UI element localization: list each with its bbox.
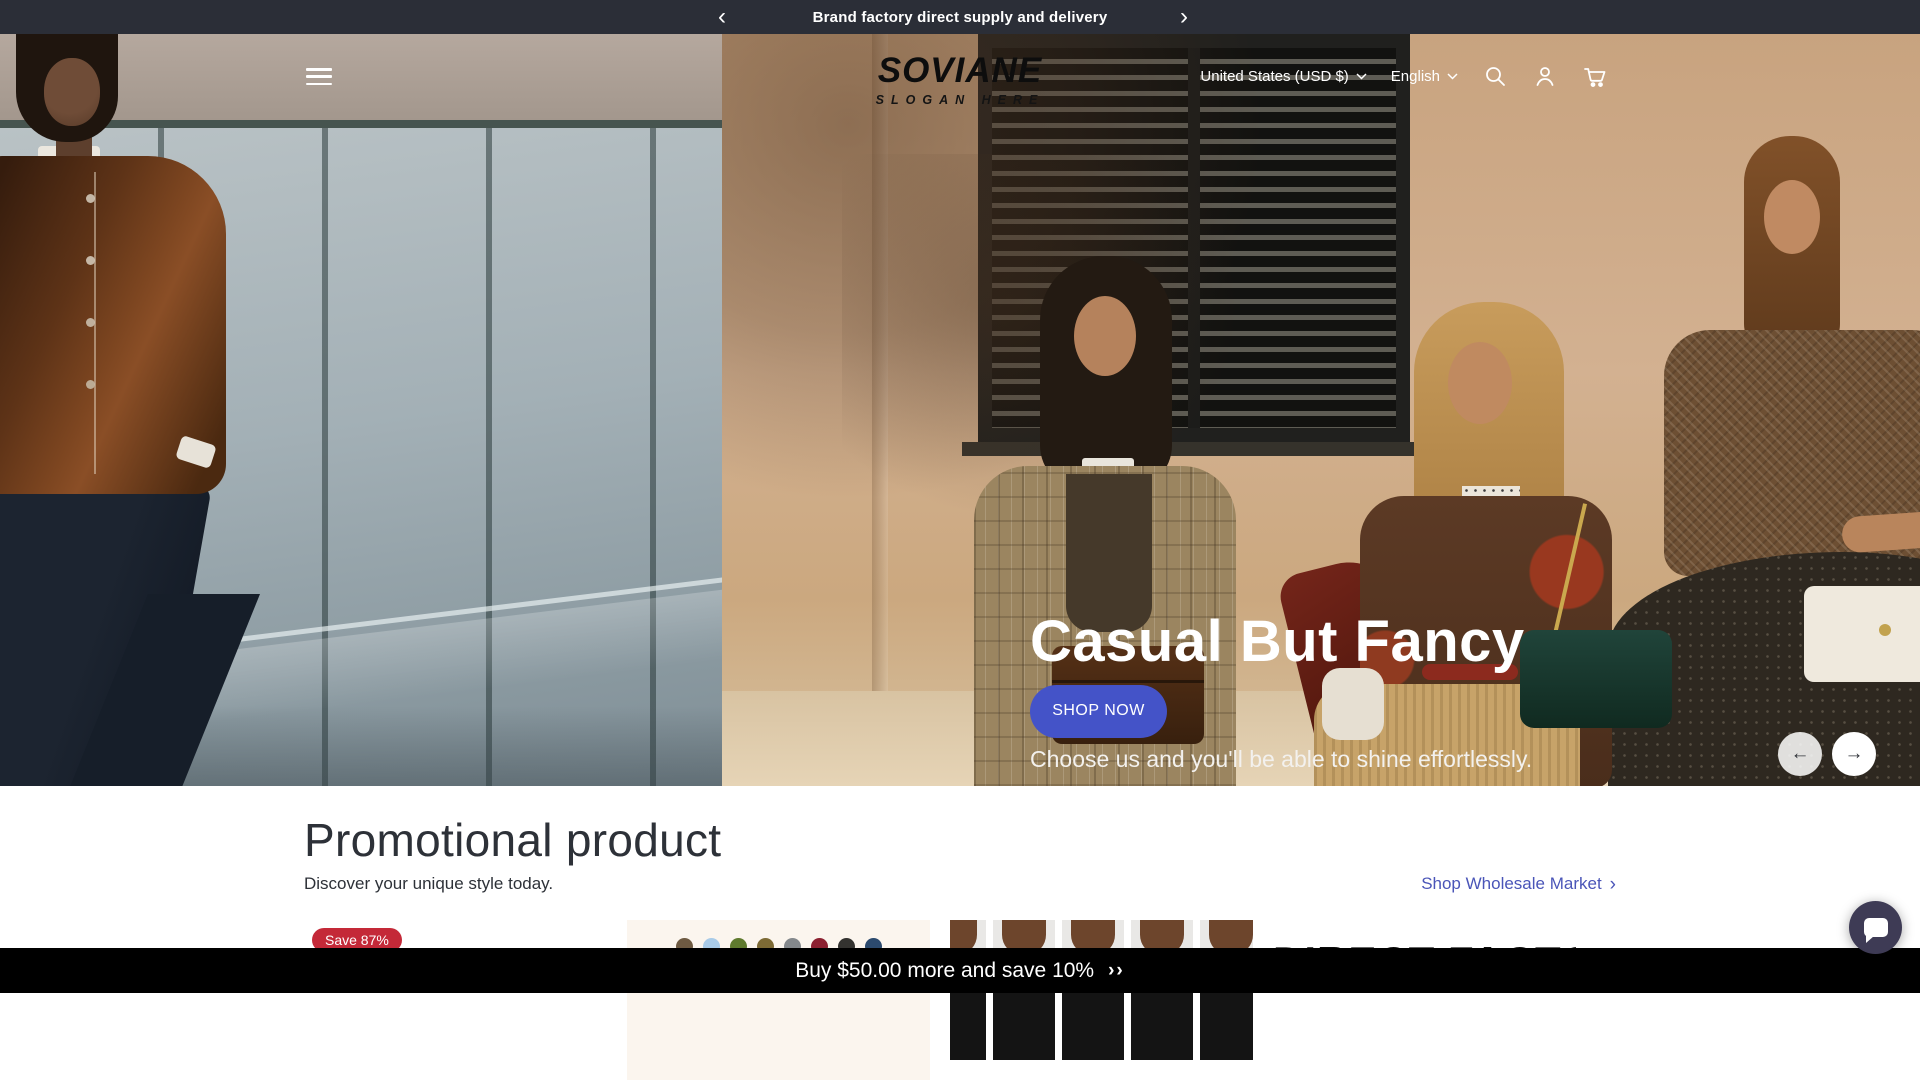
section-title: Promotional product bbox=[304, 816, 1920, 864]
product-card[interactable]: Save 87% bbox=[304, 920, 607, 1080]
country-selector[interactable]: United States (USD $) bbox=[1200, 68, 1366, 85]
photo-figure-woman bbox=[1448, 342, 1512, 424]
header-controls: United States (USD $) English bbox=[1200, 63, 1608, 89]
language-selector[interactable]: English bbox=[1391, 68, 1458, 85]
site-header: SOVIANE SLOGAN HERE United States (USD $… bbox=[0, 34, 1920, 144]
link-label: Shop Wholesale Market bbox=[1421, 874, 1601, 894]
hero-content: Casual But Fancy SHOP NOW Choose us and … bbox=[1030, 610, 1532, 773]
photo-figure-woman bbox=[1074, 296, 1136, 376]
hero-title: Casual But Fancy bbox=[1030, 610, 1532, 675]
hero-carousel: SOVIANE SLOGAN HERE United States (USD $… bbox=[0, 34, 1920, 786]
arrow-right-icon: → bbox=[1845, 743, 1864, 765]
photo-figure-woman bbox=[1764, 180, 1820, 254]
announcement-next-button[interactable]: › bbox=[1174, 5, 1194, 29]
announcement-bar: ‹ Brand factory direct supply and delive… bbox=[0, 0, 1920, 34]
chevron-down-icon bbox=[1356, 73, 1367, 80]
carousel-next-button[interactable]: → bbox=[1832, 732, 1876, 776]
bottom-bar-text: Buy $50.00 more and save 10% bbox=[795, 959, 1094, 983]
product-card[interactable] bbox=[950, 920, 1253, 1080]
chat-bubble-icon bbox=[1864, 918, 1888, 937]
cart-icon bbox=[1582, 64, 1608, 88]
hamburger-icon bbox=[306, 68, 332, 71]
carousel-prev-button[interactable]: ← bbox=[1778, 732, 1822, 776]
carousel-nav: ← → bbox=[1778, 732, 1876, 776]
product-card[interactable]: DIRECT FACTORY bbox=[1273, 920, 1576, 1080]
announcement-prev-button[interactable]: ‹ bbox=[712, 5, 732, 29]
section-subtitle: Discover your unique style today. bbox=[304, 874, 553, 894]
hamburger-icon bbox=[306, 75, 332, 78]
search-icon bbox=[1483, 64, 1507, 88]
cart-button[interactable] bbox=[1582, 63, 1608, 89]
chat-widget-button[interactable] bbox=[1849, 901, 1902, 954]
chevron-right-icon: › bbox=[1610, 875, 1616, 894]
announcement-text: Brand factory direct supply and delivery bbox=[813, 9, 1108, 26]
language-label: English bbox=[1391, 68, 1440, 85]
shop-wholesale-link[interactable]: Shop Wholesale Market › bbox=[1421, 874, 1616, 894]
hamburger-icon bbox=[306, 83, 332, 86]
account-button[interactable] bbox=[1532, 63, 1558, 89]
hero-subtitle: Choose us and you'll be able to shine ef… bbox=[1030, 746, 1532, 773]
chevron-left-icon: ‹ bbox=[718, 3, 726, 30]
promo-bottom-bar[interactable]: Buy $50.00 more and save 10% ›› bbox=[0, 948, 1920, 993]
photo-figure-woman bbox=[1520, 630, 1672, 728]
account-icon bbox=[1533, 64, 1557, 88]
country-label: United States (USD $) bbox=[1200, 68, 1348, 85]
logo[interactable]: SOVIANE SLOGAN HERE bbox=[876, 53, 1045, 107]
menu-button[interactable] bbox=[306, 68, 332, 85]
photo-figure-woman bbox=[1804, 586, 1920, 682]
double-chevron-icon: ›› bbox=[1108, 960, 1125, 982]
chevron-down-icon bbox=[1447, 73, 1458, 80]
chevron-right-icon: › bbox=[1180, 3, 1188, 30]
arrow-left-icon: ← bbox=[1791, 743, 1810, 765]
hero-image-left bbox=[0, 34, 722, 786]
product-cards-row: Save 87% DIRECT FACTORY bbox=[304, 920, 1920, 1080]
section-subtitle-row: Discover your unique style today. Shop W… bbox=[304, 874, 1616, 894]
logo-tagline: SLOGAN HERE bbox=[876, 93, 1045, 107]
product-card[interactable] bbox=[627, 920, 930, 1080]
search-button[interactable] bbox=[1482, 63, 1508, 89]
logo-text: SOVIANE bbox=[876, 53, 1045, 88]
shop-now-button[interactable]: SHOP NOW bbox=[1030, 685, 1167, 738]
